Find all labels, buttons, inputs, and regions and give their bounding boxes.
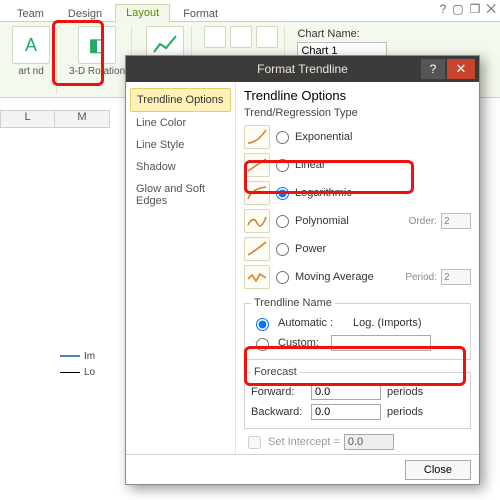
format-trendline-dialog: Format Trendline ? ✕ Trendline Options L… [125, 55, 480, 485]
name-legend: Trendline Name [251, 297, 335, 309]
backward-label: Backward: [251, 406, 305, 418]
order-spinner[interactable]: 2 [441, 213, 471, 229]
tab-design[interactable]: Design [57, 5, 113, 22]
error-bars-icon[interactable] [256, 26, 278, 48]
legend-item-1: Im [84, 351, 95, 362]
radio-logarithmic[interactable] [276, 187, 289, 200]
quick-access-toolbar: ? ▢ ❐ ⨉ [440, 2, 496, 17]
forecast-group: Forecast Forward: periods Backward: peri… [244, 366, 471, 429]
backward-units: periods [387, 406, 423, 418]
side-item-trendline-options[interactable]: Trendline Options [130, 88, 231, 112]
col-header-l[interactable]: L [0, 110, 55, 128]
name-custom-label: Custom: [278, 337, 319, 349]
close-icon[interactable]: ⨉ [486, 2, 496, 17]
dialog-side-menu: Trendline Options Line Color Line Style … [126, 82, 236, 454]
set-intercept-input [344, 434, 394, 450]
radio-name-custom[interactable] [256, 338, 269, 351]
opt-polynomial[interactable]: Polynomial Order: 2 [244, 207, 471, 235]
tab-team[interactable]: Team [6, 5, 55, 22]
label-linear: Linear [295, 159, 326, 171]
moving-average-icon [244, 265, 270, 289]
side-item-glow[interactable]: Glow and Soft Edges [130, 178, 231, 212]
trendline-name-group: Trendline Name Automatic : Log. (Imports… [244, 297, 471, 360]
tab-layout[interactable]: Layout [115, 4, 170, 22]
wordart-icon[interactable]: A [12, 26, 50, 64]
radio-moving-average[interactable] [276, 271, 289, 284]
opt-logarithmic[interactable]: Logarithmic [244, 179, 471, 207]
period-spinner[interactable]: 2 [441, 269, 471, 285]
ribbon-group-rotation: ◧ 3-D Rotation [63, 26, 132, 94]
label-polynomial: Polynomial [295, 215, 349, 227]
radio-polynomial[interactable] [276, 215, 289, 228]
help-icon[interactable]: ? [440, 2, 447, 17]
opt-exponential[interactable]: Exponential [244, 123, 471, 151]
exponential-icon [244, 125, 270, 149]
chartname-label: Chart Name: [297, 28, 387, 40]
order-label: Order: [409, 216, 437, 227]
power-icon [244, 237, 270, 261]
regression-type-options: Exponential Linear Logarithmic Polynomia… [244, 123, 471, 291]
label-moving-average: Moving Average [295, 271, 374, 283]
ribbon-group-art: A art nd [6, 26, 57, 94]
polynomial-icon [244, 209, 270, 233]
name-auto-value: Log. (Imports) [353, 317, 421, 329]
spreadsheet-area: L M [0, 110, 110, 128]
label-exponential: Exponential [295, 131, 353, 143]
radio-exponential[interactable] [276, 131, 289, 144]
rotation-3d-icon[interactable]: ◧ [78, 26, 116, 64]
side-item-shadow[interactable]: Shadow [130, 156, 231, 178]
opt-power[interactable]: Power [244, 235, 471, 263]
close-button[interactable]: Close [405, 460, 471, 480]
forward-label: Forward: [251, 386, 305, 398]
updown-bars-icon[interactable] [230, 26, 252, 48]
col-header-m[interactable]: M [55, 110, 110, 128]
name-custom-input[interactable] [331, 335, 431, 351]
dialog-footer: Close [126, 454, 479, 484]
ribbon-tabs: Team Design Layout Format [0, 0, 500, 22]
radio-power[interactable] [276, 243, 289, 256]
tab-format[interactable]: Format [172, 5, 229, 22]
wordart-label: art nd [18, 66, 44, 77]
restore-icon[interactable]: ❐ [470, 2, 481, 17]
side-item-line-style[interactable]: Line Style [130, 134, 231, 156]
lines-icon[interactable] [204, 26, 226, 48]
label-power: Power [295, 243, 326, 255]
linear-icon [244, 153, 270, 177]
dialog-help-button[interactable]: ? [421, 59, 445, 79]
dialog-title: Format Trendline [257, 62, 348, 76]
dialog-panel: Trendline Options Trend/Regression Type … [236, 82, 479, 454]
chart-legend: Im Lo [60, 348, 95, 380]
period-label: Period: [405, 272, 437, 283]
chk-set-intercept [248, 436, 261, 449]
forward-units: periods [387, 386, 423, 398]
opt-linear[interactable]: Linear [244, 151, 471, 179]
side-item-line-color[interactable]: Line Color [130, 112, 231, 134]
chk-display-equation[interactable] [248, 454, 261, 455]
set-intercept-label: Set Intercept = [268, 436, 340, 448]
radio-name-auto[interactable] [256, 318, 269, 331]
legend-item-2: Lo [84, 367, 95, 378]
backward-input[interactable] [311, 404, 381, 420]
name-auto-label: Automatic : [278, 317, 333, 329]
forward-input[interactable] [311, 384, 381, 400]
dialog-close-button[interactable]: ✕ [447, 59, 475, 79]
logarithmic-icon [244, 181, 270, 205]
forecast-legend: Forecast [251, 366, 300, 378]
rotation-3d-label: 3-D Rotation [69, 66, 125, 77]
minimize-icon[interactable]: ▢ [452, 2, 463, 17]
type-subheader: Trend/Regression Type [244, 107, 471, 119]
label-logarithmic: Logarithmic [295, 187, 352, 199]
opt-moving-average[interactable]: Moving Average Period: 2 [244, 263, 471, 291]
radio-linear[interactable] [276, 159, 289, 172]
panel-heading: Trendline Options [244, 88, 471, 103]
dialog-titlebar: Format Trendline ? ✕ [126, 56, 479, 82]
